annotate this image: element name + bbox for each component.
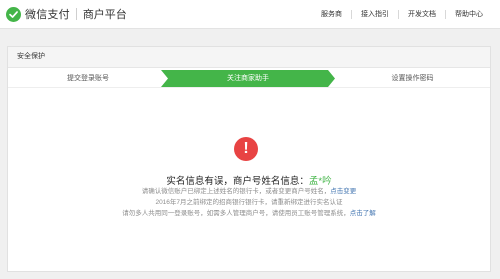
info-line-3-text: 请勿多人共用同一登录账号，如需多人管理商户号，请使用员工账号管理系统， xyxy=(122,210,350,217)
info-line-2: 2016年7月之前绑定的招商银行银行卡，请重新绑定进行实名认证 xyxy=(8,198,490,207)
platform-name: 商户平台 xyxy=(82,9,127,21)
step-follow-assistant: 关注商家助手 xyxy=(161,70,335,87)
nav-service-provider[interactable]: 服务商 xyxy=(312,10,351,19)
step-set-password: 设置操作密码 xyxy=(391,75,434,82)
top-bar: 微信支付 商户平台 服务商 接入指引 开发文档 帮助中心 xyxy=(0,0,500,29)
info-line-1-text: 请确认微信账户已绑定上述姓名的银行卡，或者变更商户号姓名， xyxy=(141,188,331,195)
merchant-name: 孟*吟 xyxy=(308,176,332,187)
nav-help-center[interactable]: 帮助中心 xyxy=(445,9,492,19)
change-name-link[interactable]: 点击变更 xyxy=(330,188,356,195)
info-line-2-text: 2016年7月之前绑定的招商银行银行卡，请重新绑定进行实名认证 xyxy=(155,199,343,206)
info-line-1: 请确认微信账户已绑定上述姓名的银行卡，或者变更商户号姓名，点击变更 xyxy=(8,187,490,196)
logo[interactable]: 微信支付 商户平台 xyxy=(6,6,127,22)
nav-dev-docs[interactable]: 开发文档 xyxy=(398,9,445,19)
logo-divider xyxy=(75,8,77,20)
info-line-3: 请勿多人共用同一登录账号，如需多人管理商户号，请使用员工账号管理系统，点击了解 xyxy=(8,209,490,218)
error-title-text: 实名信息有误，商户号姓名信息： xyxy=(166,176,309,187)
wechat-pay-logo-icon xyxy=(6,6,21,22)
step-progress: 提交登录账号 关注商家助手 设置操作密码 xyxy=(8,70,490,88)
error-title: 实名信息有误，商户号姓名信息：孟*吟 xyxy=(8,173,490,187)
security-card: 安全保护 提交登录账号 关注商家助手 设置操作密码 ! 实名信息有误，商户号姓名… xyxy=(7,46,491,272)
error-alert-icon: ! xyxy=(234,137,258,161)
top-nav: 服务商 接入指引 开发文档 帮助中心 xyxy=(312,0,492,28)
nav-access-guide[interactable]: 接入指引 xyxy=(351,9,398,19)
learn-more-link[interactable]: 点击了解 xyxy=(350,210,376,217)
card-title: 安全保护 xyxy=(8,47,490,68)
step-submit-account: 提交登录账号 xyxy=(67,75,109,82)
logo-text: 微信支付 xyxy=(25,9,70,21)
